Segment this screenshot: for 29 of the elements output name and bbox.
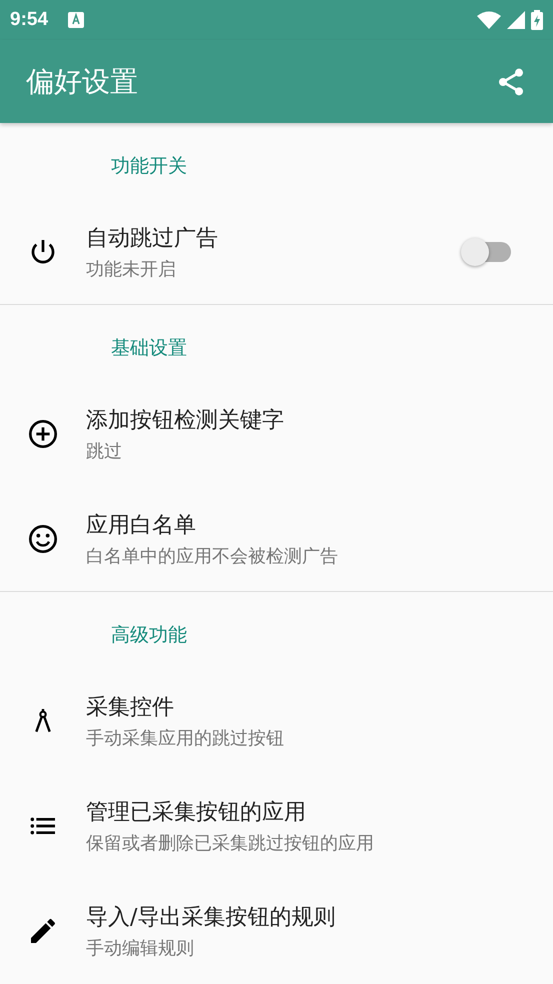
battery-icon bbox=[531, 10, 543, 30]
preference-title: 采集控件 bbox=[86, 694, 175, 722]
section-header: 功能开关 bbox=[111, 154, 187, 179]
preference-title: 添加按钮检测关键字 bbox=[86, 406, 285, 434]
preference-row[interactable]: 应用白名单 白名单中的应用不会被检测广告 bbox=[0, 486, 553, 591]
wifi-icon bbox=[477, 11, 501, 29]
preference-title: 管理已采集按钮的应用 bbox=[86, 798, 307, 826]
status-time: 9:54 bbox=[10, 9, 48, 31]
section-header: 高级功能 bbox=[111, 623, 187, 648]
preference-row[interactable]: 自动跳过广告 功能未开启 bbox=[0, 199, 553, 304]
add-circle-icon bbox=[27, 418, 59, 450]
preference-row[interactable]: 添加按钮检测关键字 跳过 bbox=[0, 381, 553, 486]
preference-summary: 保留或者删除已采集跳过按钮的应用 bbox=[86, 832, 375, 854]
preference-summary: 手动编辑规则 bbox=[86, 936, 195, 960]
preference-summary: 跳过 bbox=[86, 440, 123, 462]
preference-row[interactable]: 采集控件 手动采集应用的跳过按钮 bbox=[0, 668, 553, 773]
keyboard-notification-icon bbox=[68, 12, 84, 28]
smiley-icon bbox=[27, 522, 59, 554]
preference-summary: 功能未开启 bbox=[86, 258, 177, 280]
preference-row[interactable]: 导入/导出采集按钮的规则 手动编辑规则 bbox=[0, 878, 553, 983]
preference-title: 应用白名单 bbox=[86, 512, 197, 540]
preference-row[interactable]: 管理已采集按钮的应用 保留或者删除已采集跳过按钮的应用 bbox=[0, 773, 553, 878]
section-header: 基础设置 bbox=[111, 336, 187, 361]
preference-summary: 白名单中的应用不会被检测广告 bbox=[86, 544, 339, 568]
app-bar-title: 偏好设置 bbox=[26, 64, 138, 100]
preference-summary: 手动采集应用的跳过按钮 bbox=[86, 726, 285, 750]
preference-title: 导入/导出采集按钮的规则 bbox=[86, 904, 336, 932]
signal-icon bbox=[507, 11, 525, 29]
preference-title: 自动跳过广告 bbox=[86, 224, 219, 252]
